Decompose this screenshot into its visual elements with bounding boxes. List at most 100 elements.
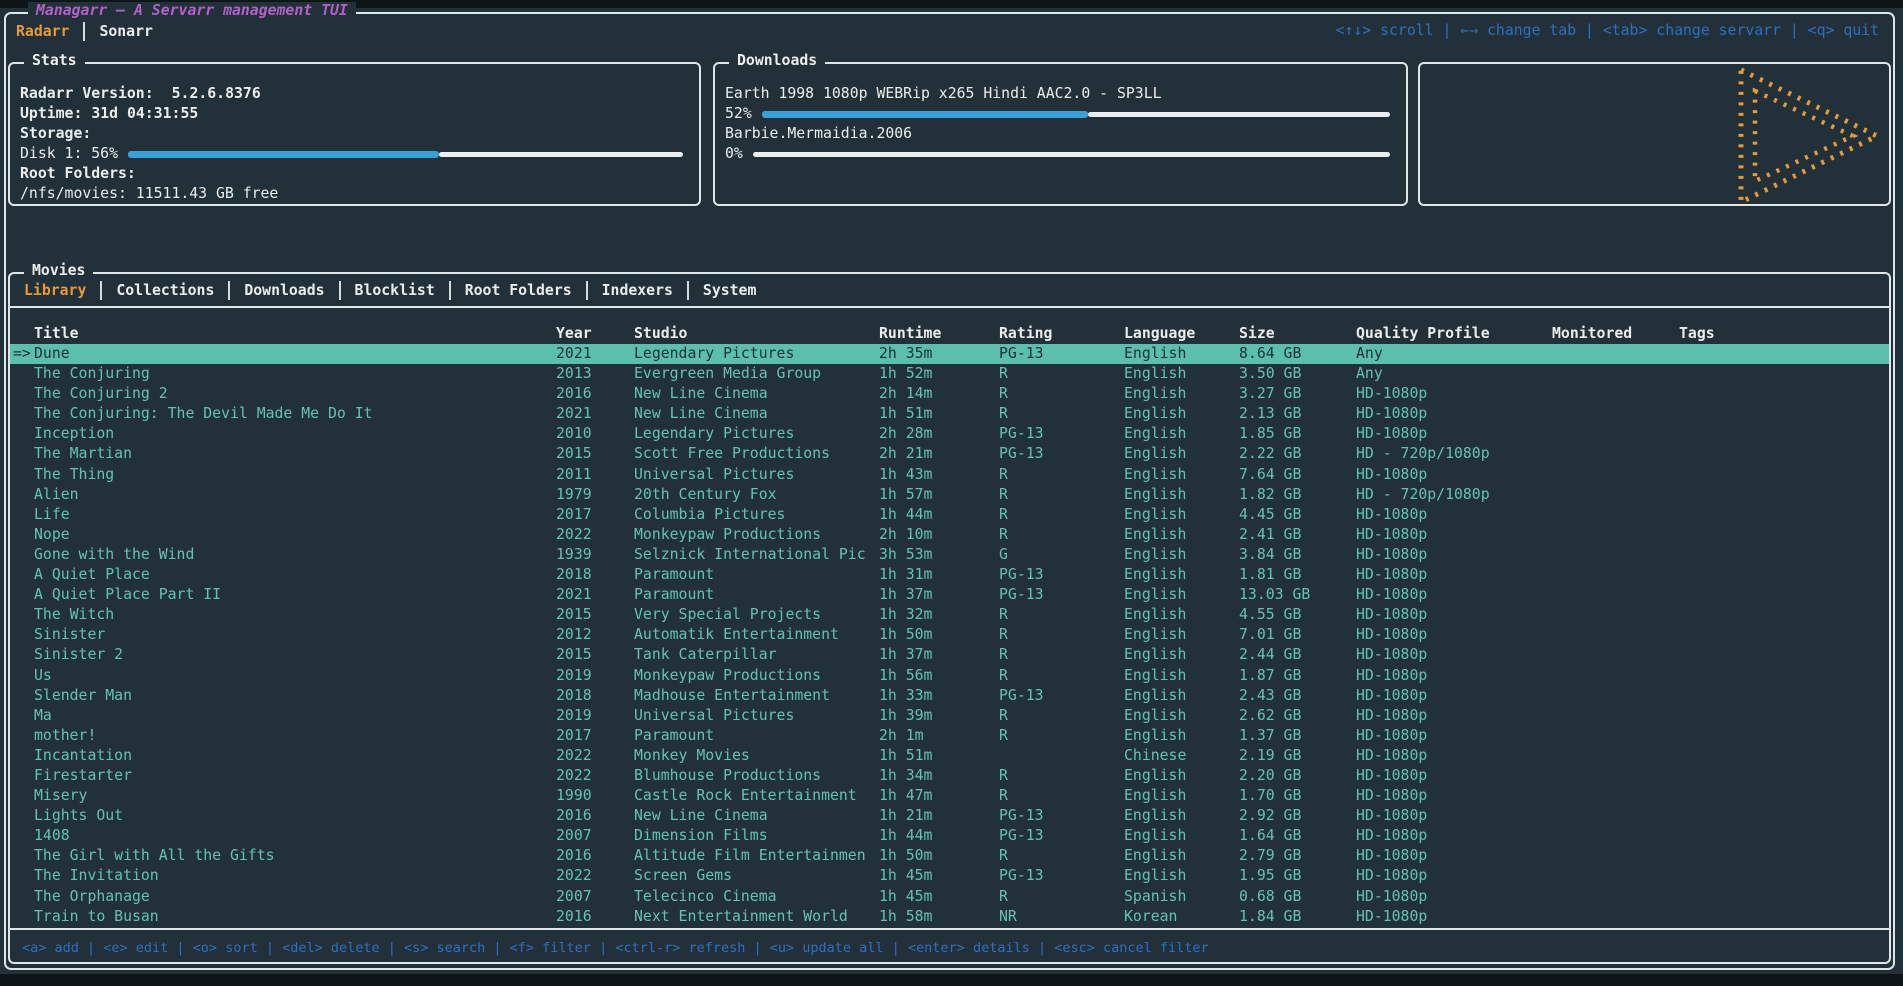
movie-rating-cell: R bbox=[999, 384, 1124, 404]
radarr-version-label: Radarr Version: bbox=[20, 84, 154, 104]
movie-quality-profile-cell: HD-1080p bbox=[1356, 746, 1552, 766]
table-row[interactable]: The Conjuring 2013 Evergreen Media Group… bbox=[10, 364, 1889, 384]
selection-marker bbox=[10, 605, 34, 625]
movie-language-cell: English bbox=[1124, 384, 1239, 404]
movie-tags-cell bbox=[1679, 485, 1889, 505]
tab-library[interactable]: Library bbox=[24, 282, 86, 299]
table-row[interactable]: Life 2017 Columbia Pictures 1h 44m R Eng… bbox=[10, 505, 1889, 525]
table-row[interactable]: Misery 1990 Castle Rock Entertainment 1h… bbox=[10, 786, 1889, 806]
table-row[interactable]: Nope 2022 Monkeypaw Productions 2h 10m R… bbox=[10, 525, 1889, 545]
download-percent-label: 0% bbox=[725, 144, 743, 164]
table-row[interactable]: 1408 2007 Dimension Films 1h 44m PG-13 E… bbox=[10, 826, 1889, 846]
movie-runtime-cell: 1h 50m bbox=[879, 625, 999, 645]
table-row[interactable]: The Conjuring 2 2016 New Line Cinema 2h … bbox=[10, 384, 1889, 404]
movie-monitored-cell bbox=[1552, 746, 1679, 766]
tab-collections[interactable]: Collections bbox=[116, 282, 214, 299]
movie-rating-cell: R bbox=[999, 465, 1124, 485]
movie-monitored-cell bbox=[1552, 666, 1679, 686]
column-header-runtime: Runtime bbox=[879, 324, 999, 344]
movie-size-cell: 1.70 GB bbox=[1239, 786, 1356, 806]
table-row[interactable]: A Quiet Place 2018 Paramount 1h 31m PG-1… bbox=[10, 565, 1889, 585]
table-row[interactable]: mother! 2017 Paramount 2h 1m R English 1… bbox=[10, 726, 1889, 746]
movie-title-cell: Gone with the Wind bbox=[34, 545, 556, 565]
table-row[interactable]: The Orphanage 2007 Telecinco Cinema 1h 4… bbox=[10, 887, 1889, 907]
movie-size-cell: 1.95 GB bbox=[1239, 866, 1356, 886]
table-row[interactable]: The Invitation 2022 Screen Gems 1h 45m P… bbox=[10, 866, 1889, 886]
table-row[interactable]: A Quiet Place Part II 2021 Paramount 1h … bbox=[10, 585, 1889, 605]
movie-language-cell: English bbox=[1124, 706, 1239, 726]
selection-marker bbox=[10, 545, 34, 565]
movie-rating-cell bbox=[999, 746, 1124, 766]
table-row[interactable]: Slender Man 2018 Madhouse Entertainment … bbox=[10, 686, 1889, 706]
movie-monitored-cell bbox=[1552, 846, 1679, 866]
column-header-title: Title bbox=[34, 324, 556, 344]
table-row[interactable]: The Witch 2015 Very Special Projects 1h … bbox=[10, 605, 1889, 625]
selection-marker bbox=[10, 666, 34, 686]
table-row[interactable]: => Dune 2021 Legendary Pictures 2h 35m P… bbox=[10, 344, 1889, 364]
movie-monitored-cell bbox=[1552, 726, 1679, 746]
movie-year-cell: 2013 bbox=[556, 364, 634, 384]
movie-studio-cell: Monkeypaw Productions bbox=[634, 525, 879, 545]
table-row[interactable]: The Thing 2011 Universal Pictures 1h 43m… bbox=[10, 465, 1889, 485]
movie-rating-cell: R bbox=[999, 706, 1124, 726]
table-row[interactable]: The Girl with All the Gifts 2016 Altitud… bbox=[10, 846, 1889, 866]
column-header-tags: Tags bbox=[1679, 324, 1889, 344]
table-row[interactable]: Firestarter 2022 Blumhouse Productions 1… bbox=[10, 766, 1889, 786]
selection-marker bbox=[10, 826, 34, 846]
movie-monitored-cell bbox=[1552, 545, 1679, 565]
movie-language-cell: English bbox=[1124, 525, 1239, 545]
servarr-tab-radarr[interactable]: Radarr bbox=[16, 23, 69, 40]
movie-monitored-cell bbox=[1552, 444, 1679, 464]
tab-system[interactable]: System bbox=[703, 282, 756, 299]
tab-root-folders[interactable]: Root Folders bbox=[465, 282, 572, 299]
movie-tags-cell bbox=[1679, 545, 1889, 565]
movie-language-cell: English bbox=[1124, 565, 1239, 585]
movie-title-cell: Train to Busan bbox=[34, 907, 556, 927]
table-row[interactable]: Train to Busan 2016 Next Entertainment W… bbox=[10, 907, 1889, 927]
download-progress-row: 0% bbox=[725, 144, 1392, 164]
table-row[interactable]: Gone with the Wind 1939 Selznick Interna… bbox=[10, 545, 1889, 565]
movie-quality-profile-cell: Any bbox=[1356, 344, 1552, 364]
movie-studio-cell: Castle Rock Entertainment bbox=[634, 786, 879, 806]
servarr-tab-sonarr[interactable]: Sonarr bbox=[99, 23, 152, 40]
movie-runtime-cell: 1h 33m bbox=[879, 686, 999, 706]
table-row[interactable]: Us 2019 Monkeypaw Productions 1h 56m R E… bbox=[10, 666, 1889, 686]
table-row[interactable]: Alien 1979 20th Century Fox 1h 57m R Eng… bbox=[10, 485, 1889, 505]
table-row[interactable]: Ma 2019 Universal Pictures 1h 39m R Engl… bbox=[10, 706, 1889, 726]
movie-studio-cell: Blumhouse Productions bbox=[634, 766, 879, 786]
table-row[interactable]: Sinister 2 2015 Tank Caterpillar 1h 37m … bbox=[10, 645, 1889, 665]
selection-marker bbox=[10, 726, 34, 746]
movie-quality-profile-cell: HD-1080p bbox=[1356, 605, 1552, 625]
movie-monitored-cell bbox=[1552, 344, 1679, 364]
movie-studio-cell: Very Special Projects bbox=[634, 605, 879, 625]
table-row[interactable]: The Martian 2015 Scott Free Productions … bbox=[10, 444, 1889, 464]
movie-title-cell: Firestarter bbox=[34, 766, 556, 786]
tab-downloads[interactable]: Downloads bbox=[244, 282, 324, 299]
column-header-size: Size bbox=[1239, 324, 1356, 344]
selection-marker bbox=[10, 565, 34, 585]
movie-language-cell: English bbox=[1124, 786, 1239, 806]
table-row[interactable]: Incantation 2022 Monkey Movies 1h 51m Ch… bbox=[10, 746, 1889, 766]
selection-marker: => bbox=[10, 344, 34, 364]
movie-runtime-cell: 1h 44m bbox=[879, 505, 999, 525]
movies-tab-bar: Library Collections Downloads Blocklist Root… bbox=[10, 274, 1889, 308]
movie-rating-cell: PG-13 bbox=[999, 424, 1124, 444]
movie-rating-cell: R bbox=[999, 364, 1124, 384]
movie-year-cell: 2010 bbox=[556, 424, 634, 444]
selection-marker bbox=[10, 907, 34, 927]
table-row[interactable]: Inception 2010 Legendary Pictures 2h 28m… bbox=[10, 424, 1889, 444]
table-row[interactable]: The Conjuring: The Devil Made Me Do It 2… bbox=[10, 404, 1889, 424]
uptime-label: Uptime: bbox=[20, 104, 82, 124]
movie-title-cell: 1408 bbox=[34, 826, 556, 846]
movie-tags-cell bbox=[1679, 404, 1889, 424]
movie-quality-profile-cell: HD-1080p bbox=[1356, 424, 1552, 444]
movie-studio-cell: New Line Cinema bbox=[634, 806, 879, 826]
tab-blocklist[interactable]: Blocklist bbox=[355, 282, 435, 299]
tab-indexers[interactable]: Indexers bbox=[602, 282, 673, 299]
movie-quality-profile-cell: HD-1080p bbox=[1356, 706, 1552, 726]
table-row[interactable]: Lights Out 2016 New Line Cinema 1h 21m P… bbox=[10, 806, 1889, 826]
disk-usage-row: Disk 1: 56% bbox=[20, 144, 685, 164]
movie-rating-cell: PG-13 bbox=[999, 565, 1124, 585]
movie-monitored-cell bbox=[1552, 706, 1679, 726]
table-row[interactable]: Sinister 2012 Automatik Entertainment 1h… bbox=[10, 625, 1889, 645]
